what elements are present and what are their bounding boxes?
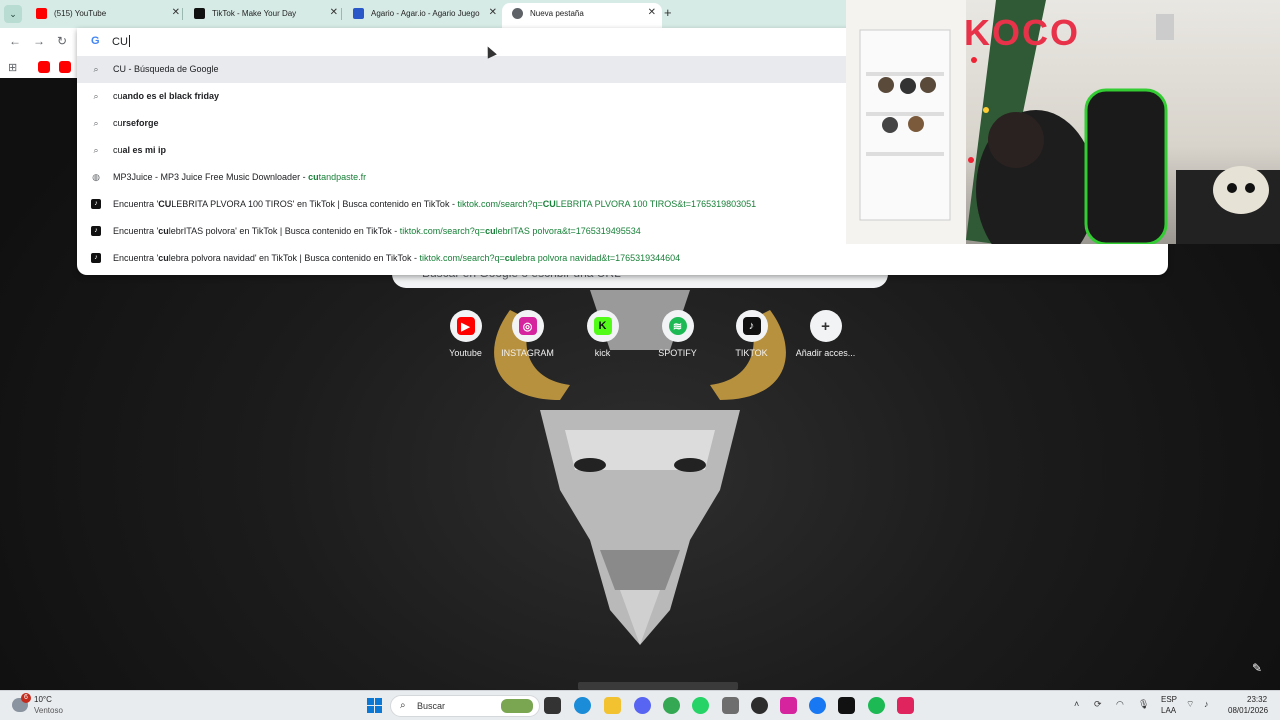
network-icon[interactable]: ◠: [1116, 699, 1124, 710]
tab-title: TikTok - Make Your Day: [212, 9, 297, 18]
tab-youtube[interactable]: (515) YouTube ✕: [26, 3, 186, 25]
speaker-icon[interactable]: ♪: [1204, 699, 1209, 709]
webcam-wall-graffiti: KOCO: [964, 12, 1080, 53]
plus-icon: +: [821, 317, 830, 335]
shortcut-row: ▶ Youtube ◎ INSTAGRAM K kick ≋ SPOTIFY ♪…: [428, 310, 868, 370]
tab-close-icon[interactable]: ✕: [330, 7, 338, 18]
chrome-favicon-icon: [512, 8, 523, 19]
tab-close-icon[interactable]: ✕: [489, 7, 497, 18]
suggestion-text: MP3Juice - MP3 Juice Free Music Download…: [113, 172, 367, 182]
whatsapp-icon[interactable]: [692, 697, 709, 714]
forward-arrow-icon[interactable]: →: [33, 34, 45, 48]
customize-pencil-icon[interactable]: ✎: [1252, 661, 1262, 675]
microphone-icon[interactable]: 🎙: [1138, 699, 1149, 710]
shortcut-label: kick: [594, 348, 611, 358]
suggestion-text: cual es mi ip: [113, 145, 167, 155]
tiktok-icon: ♪: [742, 317, 761, 335]
tiktok-icon: ♪: [91, 253, 101, 263]
shortcut-instagram[interactable]: ◎ INSTAGRAM: [490, 310, 565, 358]
suggestion-text: CU - Búsqueda de Google: [113, 64, 219, 74]
weather-badge: 6: [21, 693, 31, 703]
youtube-bookmark-icon[interactable]: [59, 61, 71, 73]
search-icon: ⌕: [400, 700, 406, 711]
wifi-icon[interactable]: ⌔: [1186, 699, 1194, 710]
search-icon: ⌕: [93, 145, 99, 155]
omnibox-input[interactable]: CU: [112, 35, 130, 48]
obs-icon[interactable]: [751, 697, 768, 714]
suggestion-text: curseforge: [113, 118, 159, 128]
back-arrow-icon[interactable]: ←: [9, 34, 21, 48]
edge-icon[interactable]: [574, 697, 591, 714]
kick-icon: K: [593, 317, 612, 335]
new-tab-button[interactable]: +: [664, 5, 672, 20]
clock-time[interactable]: 23:32: [1247, 695, 1267, 704]
screenshot-tool-icon[interactable]: [722, 697, 739, 714]
tiktok-icon: ♪: [91, 226, 101, 236]
taskbar-search-placeholder: Buscar: [417, 701, 446, 711]
windows-start-icon[interactable]: [367, 698, 382, 713]
shortcut-label: SPOTIFY: [658, 348, 697, 358]
weather-temperature[interactable]: 10°C: [34, 695, 52, 704]
agario-favicon-icon: [353, 8, 364, 19]
shortcut-label: TIKTOK: [735, 348, 768, 358]
suggestion-text: Encuentra 'CULEBRITA PLVORA 100 TIROS' e…: [113, 199, 757, 209]
instagram-icon[interactable]: [780, 697, 797, 714]
shortcut-tiktok[interactable]: ♪ TIKTOK: [714, 310, 789, 358]
suggestion-text: cuando es el black friday: [113, 91, 220, 101]
shortcut-label: Añadir acces...: [795, 348, 856, 358]
search-highlight-image: [501, 699, 533, 713]
input-language[interactable]: ESP: [1161, 695, 1177, 704]
tiktok-studio-icon[interactable]: [897, 697, 914, 714]
tab-agario[interactable]: Agario - Agar.io - Agario Juego ✕: [343, 3, 503, 25]
tab-title: (515) YouTube: [54, 9, 107, 18]
file-explorer-icon[interactable]: [604, 697, 621, 714]
tiktok-favicon-icon: [194, 8, 205, 19]
reload-icon[interactable]: ↻: [57, 34, 67, 48]
tab-close-icon[interactable]: ✕: [172, 7, 180, 18]
taskbar: 6 10°C Ventoso ⌕ Buscar ˄ ⟳ ◠ 🎙 ESP LAA …: [0, 690, 1280, 720]
youtube-icon: ▶: [456, 317, 475, 335]
wallpaper-title-graphic: [578, 682, 738, 690]
sync-icon[interactable]: ⟳: [1094, 699, 1102, 710]
spotify-icon: ≋: [668, 317, 687, 335]
youtube-favicon-icon: [36, 8, 47, 19]
tab-divider: [182, 8, 183, 20]
apps-grid-icon[interactable]: ⊞: [8, 61, 20, 74]
shortcut-kick[interactable]: K kick: [565, 310, 640, 358]
weather-description[interactable]: Ventoso: [34, 706, 63, 715]
tab-search-chevron-icon[interactable]: ⌄: [4, 5, 22, 23]
youtube-bookmark-icon[interactable]: [38, 61, 50, 73]
shortcut-spotify[interactable]: ≋ SPOTIFY: [640, 310, 715, 358]
tiktok-icon: ♪: [91, 199, 101, 209]
tab-title: Nueva pestaña: [530, 9, 584, 18]
search-icon: ⌕: [93, 118, 99, 128]
globe-icon: ◍: [92, 172, 100, 182]
tab-tiktok[interactable]: TikTok - Make Your Day ✕: [184, 3, 344, 25]
tab-title: Agario - Agar.io - Agario Juego: [371, 9, 480, 18]
tab-divider: [341, 8, 342, 20]
input-layout[interactable]: LAA: [1161, 706, 1176, 715]
facebook-icon[interactable]: [809, 697, 826, 714]
taskbar-search-box[interactable]: ⌕ Buscar: [390, 695, 540, 717]
google-g-icon: G: [91, 35, 100, 47]
suggestion-text: Encuentra 'culebrITAS polvora' en TikTok…: [113, 226, 641, 236]
instagram-icon: ◎: [518, 317, 537, 335]
chrome-icon[interactable]: [663, 697, 680, 714]
tiktok-icon[interactable]: [838, 697, 855, 714]
add-shortcut-button[interactable]: + Añadir acces...: [788, 310, 863, 358]
search-icon: ⌕: [93, 91, 99, 101]
tab-strip: ⌄ (515) YouTube ✕ TikTok - Make Your Day…: [0, 0, 846, 28]
tab-close-icon[interactable]: ✕: [648, 7, 656, 18]
spotify-icon[interactable]: [868, 697, 885, 714]
clock-date[interactable]: 08/01/2026: [1228, 706, 1268, 715]
discord-icon[interactable]: [634, 697, 651, 714]
search-icon: ⌕: [93, 64, 99, 74]
suggestion-item[interactable]: ♪ Encuentra 'culebra polvora navidad' en…: [77, 245, 1168, 272]
suggestion-text: Encuentra 'culebra polvora navidad' en T…: [113, 253, 681, 263]
shortcut-label: INSTAGRAM: [501, 348, 554, 358]
tab-new-tab[interactable]: Nueva pestaña ✕: [502, 3, 662, 28]
task-view-icon[interactable]: [544, 697, 561, 714]
chevron-up-icon[interactable]: ˄: [1074, 699, 1079, 709]
